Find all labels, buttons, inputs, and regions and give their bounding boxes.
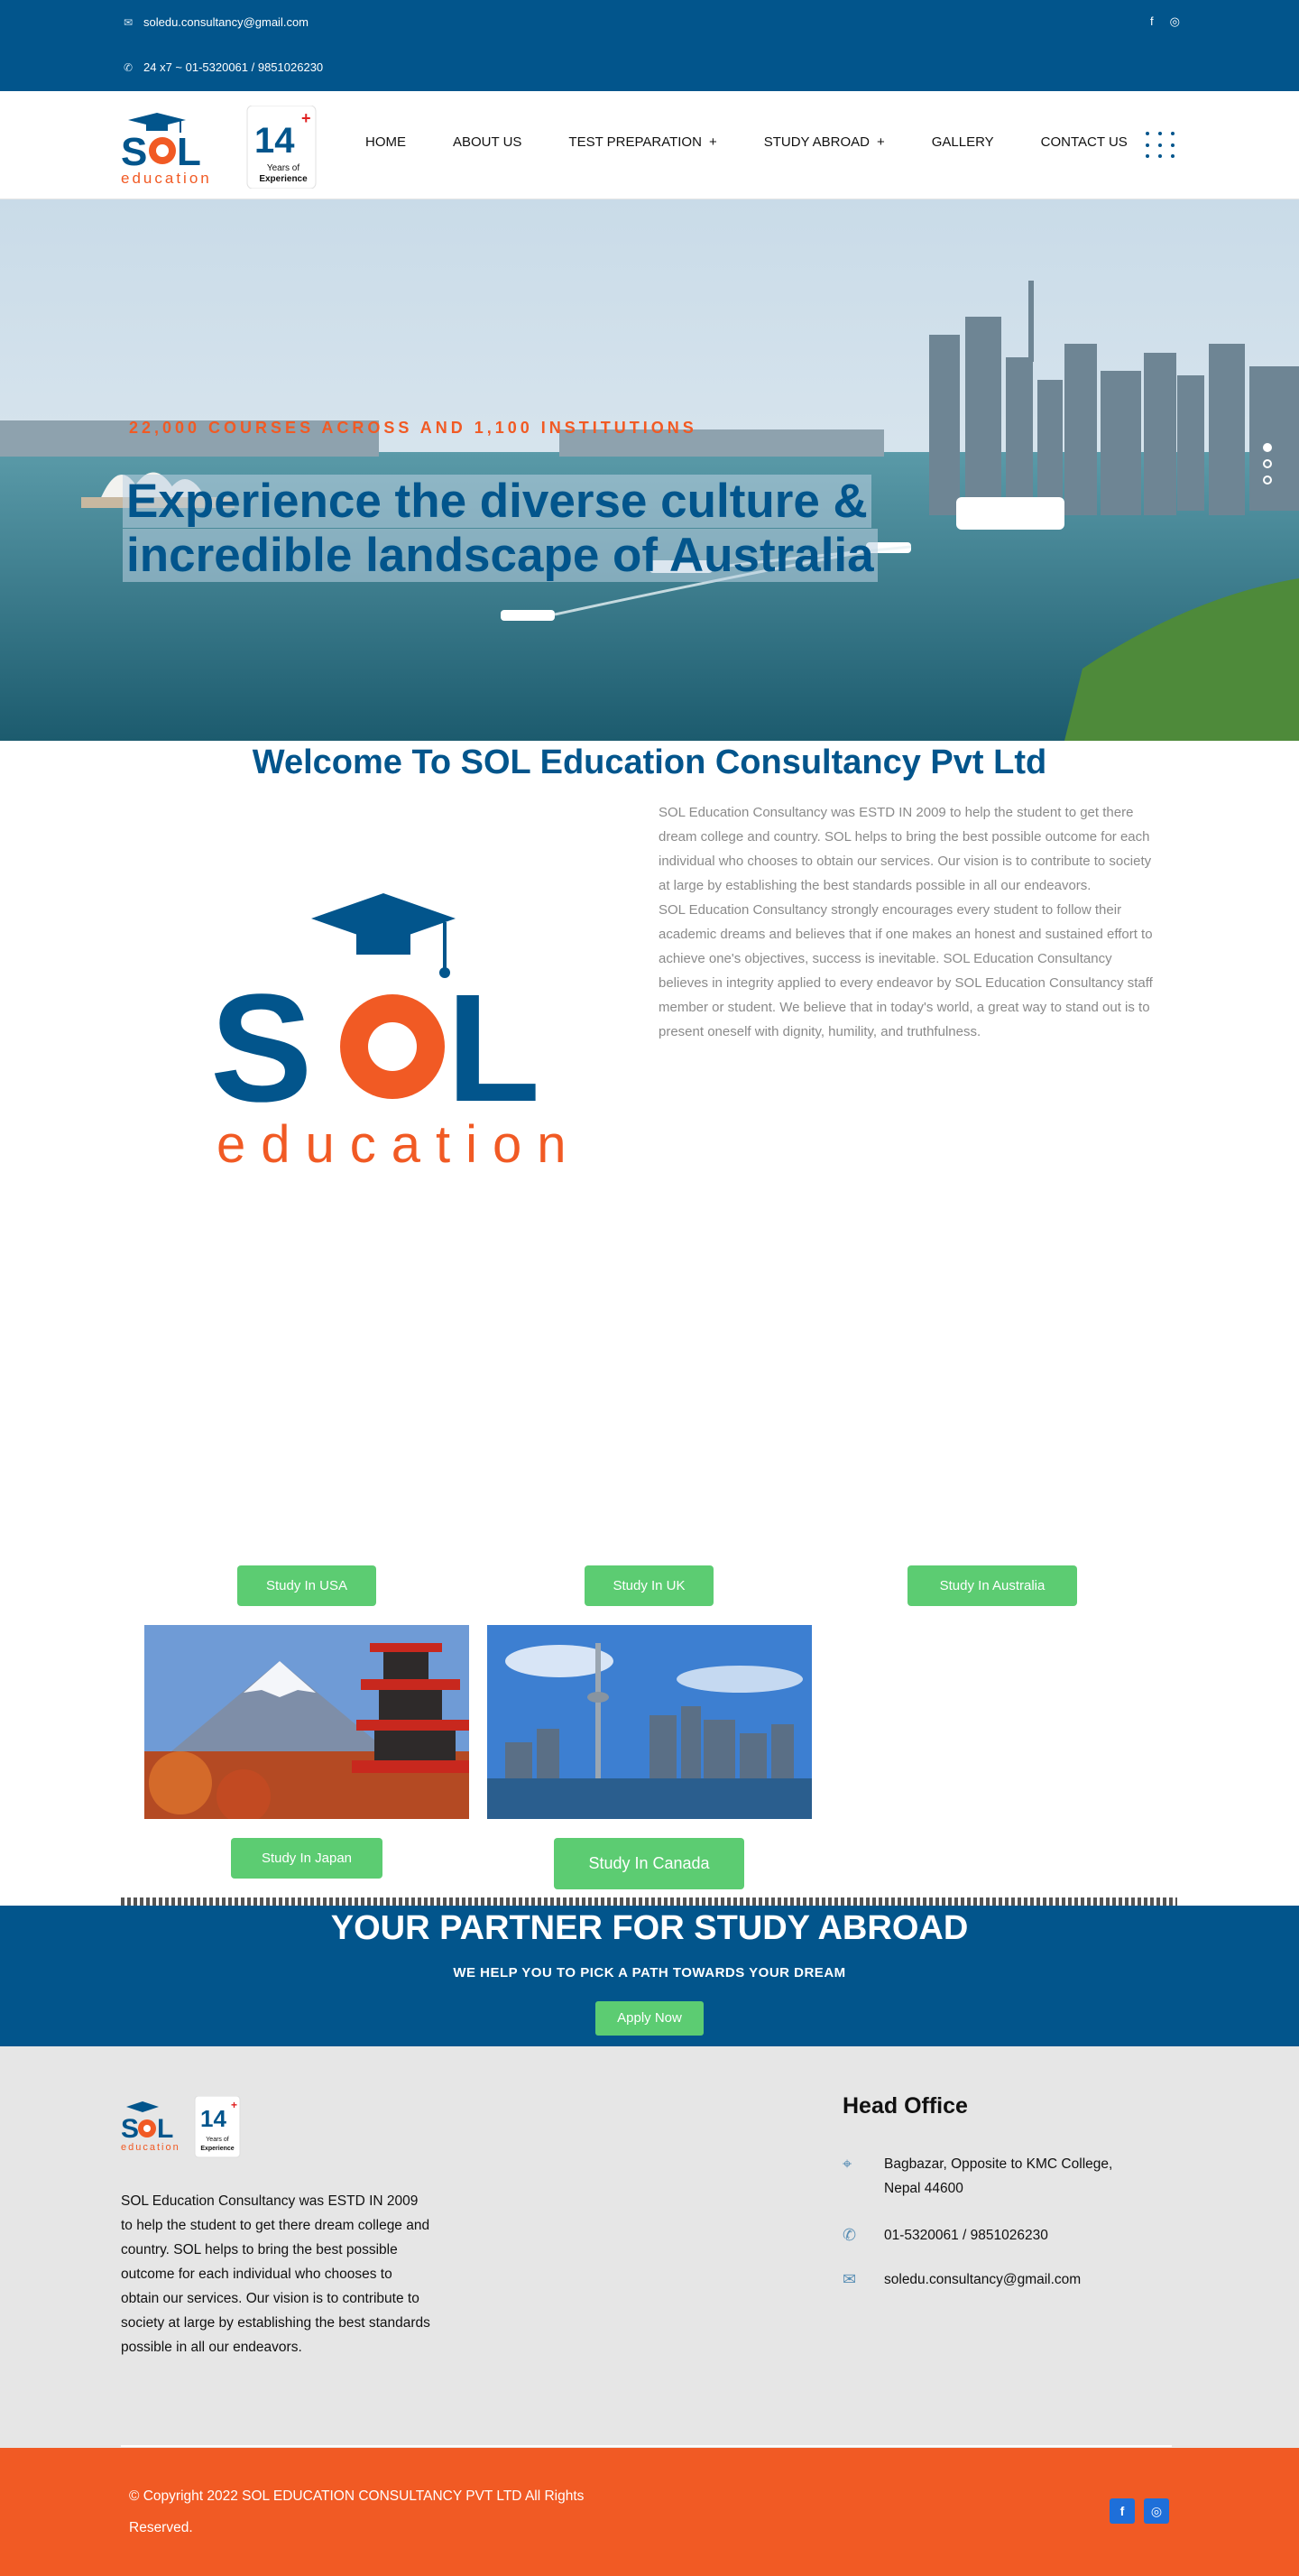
slider-dot[interactable] bbox=[1263, 475, 1272, 485]
copyright-bar: © Copyright 2022 SOL EDUCATION CONSULTAN… bbox=[0, 2448, 1299, 2576]
plus-icon: + bbox=[708, 134, 717, 150]
svg-text:education: education bbox=[216, 1115, 582, 1173]
footer-rule bbox=[121, 2445, 1172, 2447]
svg-text:+: + bbox=[301, 109, 311, 127]
nav-gallery[interactable]: GALLERY bbox=[932, 134, 994, 150]
svg-text:L: L bbox=[447, 963, 540, 1134]
envelope-icon: ✉ bbox=[123, 15, 134, 29]
map-pin-icon: ⌖ bbox=[843, 2155, 852, 2173]
svg-text:Years of: Years of bbox=[267, 163, 300, 173]
nav-home[interactable]: HOME bbox=[365, 134, 406, 150]
phone-icon: ✆ bbox=[843, 2226, 857, 2244]
footer-social-links: f ◎ bbox=[1110, 2498, 1169, 2524]
dashed-divider bbox=[121, 1897, 1177, 1906]
svg-text:Experience: Experience bbox=[259, 174, 308, 184]
nav-gallery-label: GALLERY bbox=[931, 134, 994, 150]
sol-logo[interactable]: S L education 14 + Years of Experience bbox=[121, 106, 319, 189]
slider-dot[interactable] bbox=[1263, 443, 1272, 452]
instagram-icon[interactable]: ◎ bbox=[1144, 2498, 1169, 2524]
svg-text:education: education bbox=[121, 2142, 180, 2153]
topbar-phone[interactable]: 24 x7 ~ 01-5320061 / 9851026230 bbox=[143, 60, 323, 74]
site-header: S L education 14 + Years of Experience H… bbox=[0, 91, 1299, 199]
partner-banner: YOUR PARTNER FOR STUDY ABROAD WE HELP YO… bbox=[0, 1906, 1299, 2046]
address-line-1: Bagbazar, Opposite to KMC College, bbox=[884, 2156, 1113, 2172]
svg-text:Experience: Experience bbox=[200, 2146, 234, 2152]
study-japan-button[interactable]: Study In Japan bbox=[231, 1838, 382, 1879]
svg-text:+: + bbox=[231, 2099, 237, 2111]
copyright-text: © Copyright 2022 SOL EDUCATION CONSULTAN… bbox=[129, 2488, 585, 2535]
address-line-2: Nepal 44600 bbox=[884, 2181, 963, 2196]
study-usa-button[interactable]: Study In USA bbox=[237, 1565, 376, 1606]
partner-title: YOUR PARTNER FOR STUDY ABROAD bbox=[330, 1909, 969, 1947]
nav-about[interactable]: ABOUT US bbox=[453, 134, 521, 150]
svg-text:14: 14 bbox=[254, 121, 295, 161]
footer-phone-text[interactable]: 01-5320061 / 9851026230 bbox=[884, 2223, 1048, 2248]
study-uk-button[interactable]: Study In UK bbox=[585, 1565, 714, 1606]
footer-email[interactable]: ✉ soledu.consultancy@gmail.com bbox=[843, 2267, 1081, 2292]
sol-education-large-logo: S L education bbox=[210, 893, 582, 1173]
hero-title: Experience the diverse culture & incredi… bbox=[123, 475, 880, 583]
study-canada-button[interactable]: Study In Canada bbox=[554, 1838, 744, 1889]
head-office-heading: Head Office bbox=[843, 2093, 968, 2119]
hero-title-line1: Experience the diverse culture & bbox=[123, 475, 871, 528]
grid-menu-icon[interactable] bbox=[1144, 132, 1176, 161]
nav-test-preparation[interactable]: TEST PREPARATION + bbox=[568, 134, 716, 150]
footer-about-text: SOL Education Consultancy was ESTD IN 20… bbox=[121, 2193, 430, 2355]
about-text: SOL Education Consultancy was ESTD IN 20… bbox=[659, 800, 1155, 1044]
nav-study-abroad-label: STUDY ABROAD bbox=[763, 134, 870, 150]
site-footer: S L education 14 + Years of Experience S… bbox=[0, 2046, 1299, 2448]
apply-now-button[interactable]: Apply Now bbox=[595, 2001, 704, 2036]
svg-text:S: S bbox=[121, 2114, 139, 2144]
svg-text:L: L bbox=[157, 2114, 173, 2144]
facebook-icon[interactable]: f bbox=[1110, 2498, 1135, 2524]
welcome-heading: Welcome To SOL Education Consultancy Pvt… bbox=[252, 743, 1047, 781]
svg-text:14: 14 bbox=[200, 2105, 226, 2132]
envelope-icon: ✉ bbox=[843, 2270, 857, 2288]
facebook-icon[interactable]: f bbox=[1150, 14, 1154, 29]
svg-text:L: L bbox=[177, 130, 201, 174]
nav-about-label: ABOUT US bbox=[453, 134, 522, 150]
nav-contact-label: CONTACT US bbox=[1040, 134, 1128, 150]
topbar-phone-row[interactable]: ✆ 24 x7 ~ 01-5320061 / 9851026230 bbox=[122, 60, 323, 74]
phone-icon: ✆ bbox=[123, 60, 134, 74]
hero-slider-dots bbox=[1263, 443, 1272, 485]
footer-phone[interactable]: ✆ 01-5320061 / 9851026230 bbox=[843, 2223, 1048, 2248]
japan-image bbox=[144, 1625, 469, 1819]
footer-email-text[interactable]: soledu.consultancy@gmail.com bbox=[884, 2267, 1081, 2292]
footer-logo[interactable]: S L education 14 + Years of Experience bbox=[121, 2096, 247, 2159]
topbar-email-row[interactable]: ✉ soledu.consultancy@gmail.com bbox=[122, 15, 309, 29]
svg-text:education: education bbox=[121, 170, 212, 187]
plus-icon: + bbox=[876, 134, 885, 150]
canada-image bbox=[487, 1625, 812, 1819]
topbar-social-links: f ◎ bbox=[1150, 14, 1180, 29]
study-australia-button[interactable]: Study In Australia bbox=[907, 1565, 1077, 1606]
hero-title-line2: incredible landscape of Australia bbox=[123, 529, 878, 582]
main-nav: HOME ABOUT US TEST PREPARATION + STUDY AB… bbox=[365, 134, 1175, 150]
instagram-icon[interactable]: ◎ bbox=[1170, 14, 1180, 29]
partner-subtitle: WE HELP YOU TO PICK A PATH TOWARDS YOUR … bbox=[453, 1965, 846, 1980]
hero-slider: 22,000 COURSES ACROSS AND 1,100 INSTITUT… bbox=[0, 199, 1299, 741]
top-contact-bar: ✉ soledu.consultancy@gmail.com ✆ 24 x7 ~… bbox=[0, 0, 1299, 91]
nav-study-abroad[interactable]: STUDY ABROAD + bbox=[764, 134, 885, 150]
about-paragraph-2: SOL Education Consultancy strongly encou… bbox=[659, 902, 1153, 1039]
footer-address: ⌖ Bagbazar, Opposite to KMC College, Nep… bbox=[843, 2152, 1112, 2201]
nav-test-preparation-label: TEST PREPARATION bbox=[568, 134, 702, 150]
hero-sydney-image bbox=[0, 199, 1299, 741]
svg-text:Years of: Years of bbox=[206, 2137, 228, 2143]
slider-dot[interactable] bbox=[1263, 459, 1272, 468]
svg-text:S: S bbox=[121, 130, 147, 174]
nav-home-label: HOME bbox=[365, 134, 406, 150]
about-paragraph-1: SOL Education Consultancy was ESTD IN 20… bbox=[659, 805, 1152, 893]
hero-eyebrow: 22,000 COURSES ACROSS AND 1,100 INSTITUT… bbox=[129, 419, 697, 437]
nav-contact[interactable]: CONTACT US bbox=[1041, 134, 1128, 150]
svg-text:S: S bbox=[210, 963, 312, 1134]
topbar-email[interactable]: soledu.consultancy@gmail.com bbox=[143, 15, 309, 29]
